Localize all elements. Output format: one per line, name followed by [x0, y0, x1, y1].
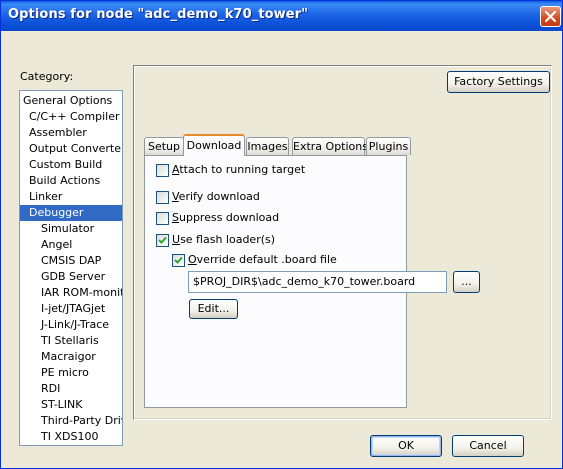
category-item[interactable]: Debugger — [20, 205, 122, 221]
window-title: Options for node "adc_demo_k70_tower" — [8, 7, 309, 22]
verify-label[interactable]: Verify download — [172, 190, 260, 203]
category-item[interactable]: I-jet/JTAGjet — [20, 301, 122, 317]
title-bar[interactable]: Options for node "adc_demo_k70_tower" — [1, 1, 562, 31]
category-item[interactable]: TI XDS100 — [20, 429, 122, 445]
flash-loader-checkbox[interactable] — [156, 234, 169, 247]
category-label: Category: — [20, 70, 74, 83]
checkmark-icon — [158, 236, 167, 244]
edit-button[interactable]: Edit... — [189, 299, 238, 319]
board-file-input[interactable]: $PROJ_DIR$\adc_demo_k70_tower.board — [188, 271, 447, 293]
category-item[interactable]: IAR ROM-monitor — [20, 285, 122, 301]
category-item[interactable]: Linker — [20, 189, 122, 205]
category-item[interactable]: C/C++ Compiler — [20, 109, 122, 125]
category-item[interactable]: General Options — [20, 93, 122, 109]
category-item[interactable]: PE micro — [20, 365, 122, 381]
category-item[interactable]: GDB Server — [20, 269, 122, 285]
ok-button[interactable]: OK — [370, 435, 442, 457]
tab-extra-options[interactable]: Extra Options — [292, 137, 368, 155]
suppress-label[interactable]: Suppress download — [172, 211, 279, 224]
category-item[interactable]: ST-LINK — [20, 397, 122, 413]
category-item[interactable]: Build Actions — [20, 173, 122, 189]
cancel-button[interactable]: Cancel — [452, 435, 524, 457]
suppress-checkbox[interactable] — [156, 212, 169, 225]
category-item[interactable]: Angel — [20, 237, 122, 253]
checkmark-icon — [174, 256, 183, 264]
category-item[interactable]: Assembler — [20, 125, 122, 141]
attach-label[interactable]: Attach to running target — [172, 163, 305, 176]
flash-loader-label[interactable]: Use flash loader(s) — [172, 233, 275, 246]
category-item[interactable]: TI Stellaris — [20, 333, 122, 349]
override-board-checkbox[interactable] — [172, 254, 185, 267]
category-item[interactable]: Macraigor — [20, 349, 122, 365]
browse-button[interactable]: ... — [453, 271, 480, 293]
category-item[interactable]: CMSIS DAP — [20, 253, 122, 269]
category-item[interactable]: Output Converter — [20, 141, 122, 157]
factory-settings-button[interactable]: Factory Settings — [447, 71, 550, 93]
options-dialog: Options for node "adc_demo_k70_tower" Ca… — [0, 0, 563, 469]
category-list[interactable]: General Options C/C++ Compiler Assembler Ou… — [19, 90, 123, 446]
category-item[interactable]: RDI — [20, 381, 122, 397]
tab-images[interactable]: Images — [246, 137, 289, 155]
close-button[interactable] — [540, 6, 561, 27]
tab-download[interactable]: Download — [183, 134, 245, 156]
close-icon — [545, 11, 556, 22]
category-item[interactable]: Custom Build — [20, 157, 122, 173]
tab-setup[interactable]: Setup — [144, 137, 184, 155]
attach-checkbox[interactable] — [156, 164, 169, 177]
category-item[interactable]: Simulator — [20, 221, 122, 237]
category-item[interactable]: J-Link/J-Trace — [20, 317, 122, 333]
verify-checkbox[interactable] — [156, 191, 169, 204]
tab-plugins[interactable]: Plugins — [366, 137, 411, 155]
category-item[interactable]: Third-Party Driver — [20, 413, 122, 429]
override-board-label[interactable]: Override default .board file — [188, 253, 337, 266]
